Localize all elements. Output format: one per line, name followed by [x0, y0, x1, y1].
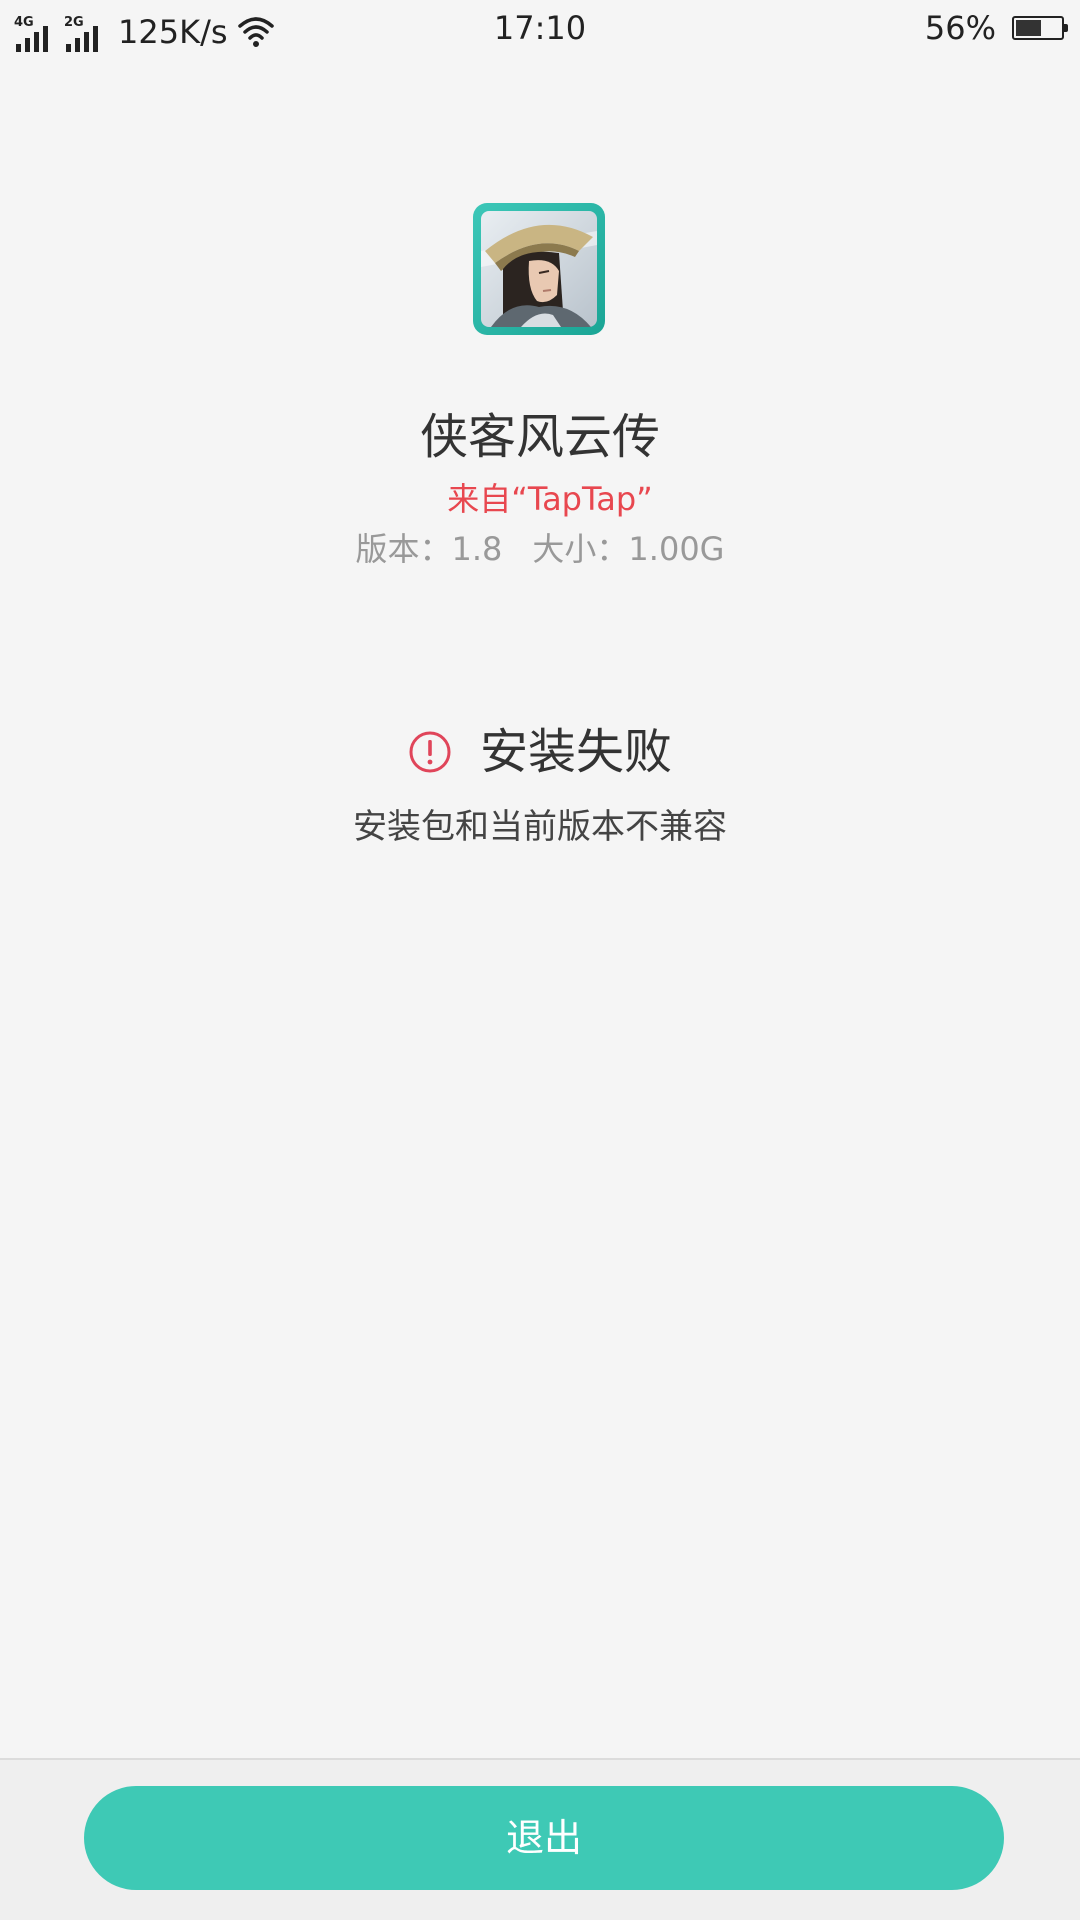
install-failure-reason: 安装包和当前版本不兼容 [353, 807, 727, 847]
status-bar: 4G 2G 125K/s 17:10 56% [0, 0, 1080, 58]
clock: 17:10 [493, 9, 587, 47]
game-character-icon [473, 203, 605, 335]
battery-icon [1012, 16, 1068, 40]
bottom-bar: 退出 [0, 1758, 1080, 1920]
app-source: 来自“TapTap” [447, 480, 653, 518]
app-icon-art [481, 211, 597, 327]
app-name: 侠客风云传 [419, 409, 660, 465]
app-size: 大小：1.00G [532, 530, 725, 568]
install-status: 安装失败 [0, 720, 1080, 784]
install-status-title: 安装失败 [479, 724, 672, 780]
status-right: 56% [924, 8, 1068, 48]
install-result-screen: 4G 2G 125K/s 17:10 56% 侠客风云传 来自“TapTap” … [0, 0, 1080, 1920]
app-meta: 版本：1.8 大小：1.00G [0, 528, 1080, 570]
warning-icon [409, 731, 451, 773]
battery-fill [1016, 20, 1041, 36]
battery-percent: 56% [924, 9, 996, 47]
app-version: 版本：1.8 [355, 530, 503, 568]
character-portrait-icon [481, 211, 597, 327]
exit-button[interactable]: 退出 [84, 1786, 1004, 1890]
